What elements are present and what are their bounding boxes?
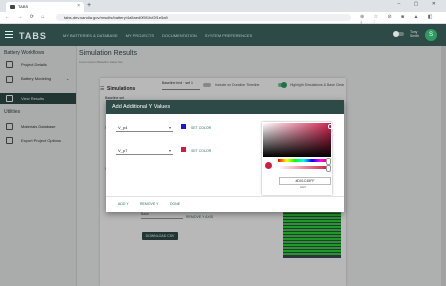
url-text: tabs-dev.sandia.gov/results/battery/4a5a… [64,15,168,20]
window-controls[interactable]: – ▢ ✕ [398,1,442,7]
hex-input[interactable]: #D01C45FF [279,177,331,185]
color-swatch-2[interactable] [181,147,186,152]
color-swatch-1[interactable] [181,124,186,129]
divider [106,196,344,197]
y-value-1-text: V_p4 [118,125,128,130]
hue-slider-handle[interactable] [326,158,331,165]
browser-tab[interactable]: TABS × [6,2,84,12]
nav-link-batteries[interactable]: MY BATTERIES & DATABASE [63,33,118,38]
tab-favicon-icon [10,5,15,9]
alpha-slider-handle[interactable] [326,165,331,172]
hamburger-menu-icon[interactable] [5,30,13,38]
saturation-handle[interactable] [328,124,333,129]
saturation-value-area[interactable] [263,123,331,157]
browser-nav-buttons[interactable]: ← → ⟳ ⌂ [5,14,47,20]
tab-title: TABS [18,4,29,9]
hex-label: HEX [300,185,307,189]
tab-close-icon[interactable]: × [77,3,80,9]
nav-link-documentation[interactable]: DOCUMENTATION [162,33,197,38]
theme-toggle[interactable] [393,31,404,37]
y-value-select-2[interactable]: V_p7 ▾ [116,147,173,155]
user-last-name: Smith [410,34,419,38]
dialog-title: Add Additional Y Values [112,104,171,110]
y-value-2-text: V_p7 [118,148,128,153]
add-y-button[interactable]: ADD Y [118,202,129,206]
set-color-button-2[interactable]: SET COLOR [191,149,211,153]
user-name: Tony Smith [410,30,419,38]
avatar[interactable]: S [425,29,437,41]
new-tab-button[interactable]: + [87,2,91,9]
y-value-select-1[interactable]: V_p4 ▾ [116,124,173,132]
nav-link-preferences[interactable]: SYSTEM PREFERENCES [205,33,253,38]
hue-slider[interactable] [278,159,329,162]
top-nav: MY BATTERIES & DATABASE MY PROJECTS DOCU… [63,33,252,38]
dropdown-caret-icon: ▾ [168,125,171,130]
done-button[interactable]: DONE [170,202,180,206]
nav-link-projects[interactable]: MY PROJECTS [126,33,154,38]
current-color-preview [265,162,272,169]
remove-y-button[interactable]: REMOVE Y [140,202,158,206]
dropdown-caret-icon: ▾ [168,148,171,153]
alpha-slider[interactable] [278,166,329,169]
app-logo[interactable]: TABS [19,31,47,41]
url-field[interactable]: tabs-dev.sandia.gov/results/battery/4a5a… [56,14,351,21]
set-color-button-1[interactable]: SET COLOR [191,126,211,130]
